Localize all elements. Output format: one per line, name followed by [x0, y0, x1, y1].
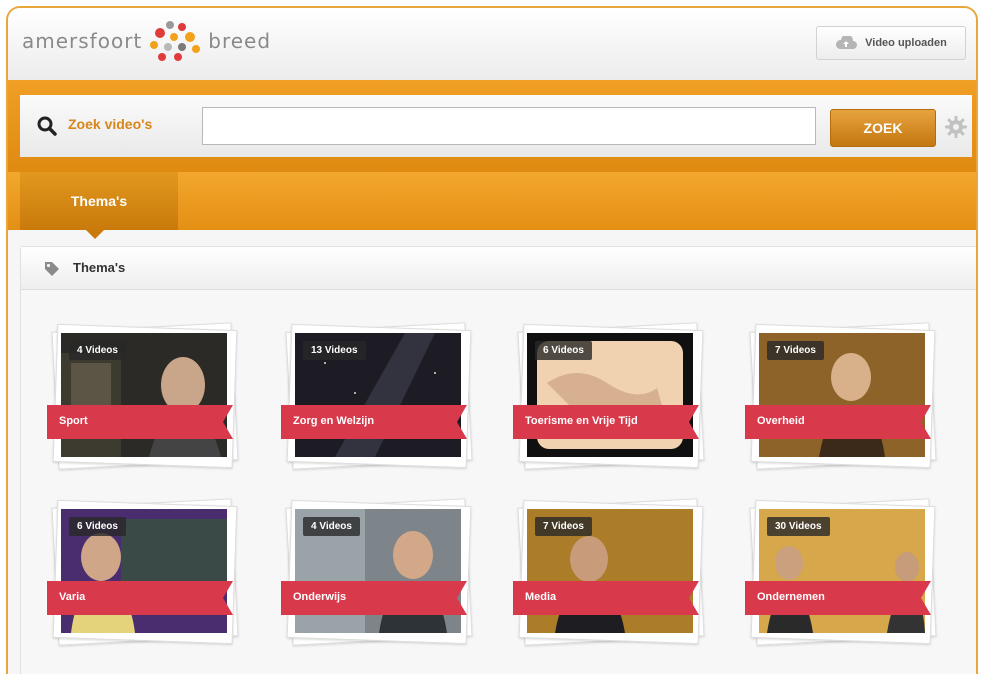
theme-card-zorg-en-welzijn[interactable]: 13 Videos Zorg en Welzijn	[281, 322, 473, 470]
theme-name: Toerisme en Vrije Tijd	[525, 415, 638, 427]
theme-name: Varia	[59, 591, 86, 603]
theme-name: Sport	[59, 415, 88, 427]
theme-name: Overheid	[757, 415, 805, 427]
theme-card-onderwijs[interactable]: 4 Videos Onderwijs	[281, 498, 473, 646]
upload-label: Video uploaden	[865, 37, 947, 49]
video-count-badge: 7 Videos	[535, 517, 592, 536]
theme-name: Ondernemen	[757, 591, 825, 603]
tag-icon	[45, 262, 59, 276]
theme-name: Onderwijs	[293, 591, 347, 603]
cloud-upload-icon	[836, 36, 858, 49]
panel-header: Thema's	[21, 247, 976, 290]
theme-name: Media	[525, 591, 557, 603]
video-count-badge: 4 Videos	[303, 517, 360, 536]
search-button[interactable]: ZOEK	[830, 109, 936, 147]
theme-card-toerisme[interactable]: 6 Videos Toerisme en Vrije Tijd	[513, 322, 705, 470]
video-count-badge: 6 Videos	[69, 517, 126, 536]
theme-card-overheid[interactable]: 7 Videos Overheid	[745, 322, 937, 470]
video-count-badge: 30 Videos	[767, 517, 830, 536]
search-icon	[37, 116, 57, 136]
tab-pointer	[86, 230, 104, 239]
video-upload-button[interactable]: Video uploaden	[816, 26, 966, 60]
search-panel: Zoek video's ZOEK	[20, 95, 972, 157]
tab-bar: Thema's	[8, 172, 976, 230]
video-count-badge: 7 Videos	[767, 341, 824, 360]
site-logo[interactable]: amersfoort breed	[22, 20, 271, 62]
search-input[interactable]	[202, 107, 816, 145]
tab-themas[interactable]: Thema's	[20, 172, 178, 230]
themes-panel: Thema's 4 Videos Sport 13 Videos Zorg en…	[20, 246, 976, 674]
theme-card-sport[interactable]: 4 Videos Sport	[47, 322, 239, 470]
search-label: Zoek video's	[68, 116, 153, 132]
search-bar: Zoek video's ZOEK	[8, 80, 976, 172]
theme-card-varia[interactable]: 6 Videos Varia	[47, 498, 239, 646]
logo-text-left: amersfoort	[22, 29, 143, 53]
site-header: amersfoort breed Video uploaden	[8, 8, 976, 80]
theme-name: Zorg en Welzijn	[293, 415, 375, 427]
theme-card-ondernemen[interactable]: 30 Videos Ondernemen	[745, 498, 937, 646]
logo-text-right: breed	[208, 29, 272, 53]
gear-icon[interactable]	[944, 115, 968, 139]
logo-dots-icon	[150, 21, 201, 61]
site-frame: amersfoort breed Video uploaden Zoek vid…	[6, 6, 978, 674]
video-count-badge: 6 Videos	[535, 341, 592, 360]
panel-title: Thema's	[73, 260, 126, 275]
video-count-badge: 4 Videos	[69, 341, 126, 360]
theme-card-media[interactable]: 7 Videos Media	[513, 498, 705, 646]
video-count-badge: 13 Videos	[303, 341, 366, 360]
